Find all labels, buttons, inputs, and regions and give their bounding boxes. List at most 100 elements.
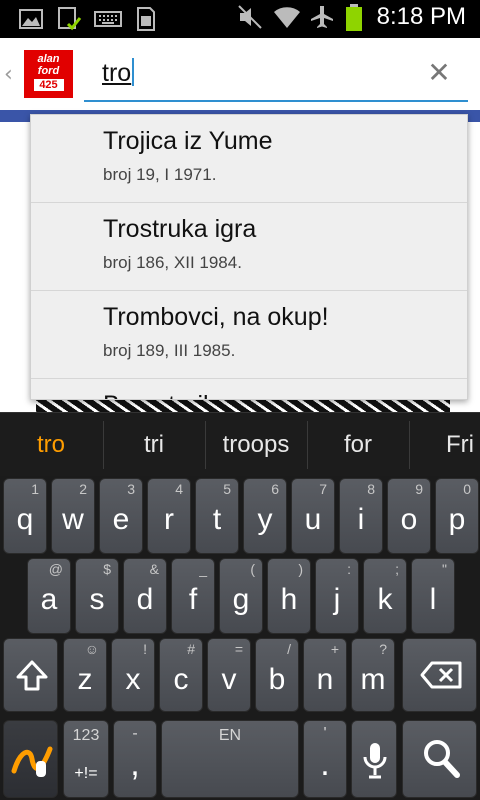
app-logo[interactable]: alan ford 425 xyxy=(24,50,73,98)
key-hint: " xyxy=(442,561,447,577)
key-s[interactable]: $ s xyxy=(75,558,119,634)
autocomplete-item[interactable]: Barostraike xyxy=(31,379,467,399)
logo-line-1: alan xyxy=(37,53,60,65)
key-i[interactable]: 8i xyxy=(339,478,383,554)
key-k[interactable]: ; k xyxy=(363,558,407,634)
key-h[interactable]: ) h xyxy=(267,558,311,634)
comma-key-label: , xyxy=(130,745,140,783)
key-hint: : xyxy=(347,561,351,577)
key-hint: ; xyxy=(395,561,399,577)
key-label: x xyxy=(125,663,141,696)
key-hint: 4 xyxy=(175,481,183,497)
search-key[interactable] xyxy=(402,720,477,798)
key-x[interactable]: ! x xyxy=(111,638,155,712)
keyboard-icon xyxy=(94,6,122,32)
key-p[interactable]: 0p xyxy=(435,478,479,554)
key-hint: 8 xyxy=(367,481,375,497)
key-label: c xyxy=(173,663,189,696)
key-hint: 7 xyxy=(319,481,327,497)
key-e[interactable]: 3e xyxy=(99,478,143,554)
search-field[interactable]: tro xyxy=(84,52,468,102)
key-label: o xyxy=(400,503,418,536)
key-hint: / xyxy=(287,641,291,657)
key-w[interactable]: 2w xyxy=(51,478,95,554)
autocomplete-item[interactable]: Trojica iz Yume broj 19, I 1971. xyxy=(31,115,467,203)
key-label: k xyxy=(377,583,393,616)
comma-key-hint: - xyxy=(132,725,138,742)
key-label: b xyxy=(268,663,286,696)
key-hint: 6 xyxy=(271,481,279,497)
key-label: n xyxy=(316,663,334,696)
text-cursor xyxy=(132,58,135,86)
suggestion-item[interactable]: Fri xyxy=(410,413,480,477)
key-f[interactable]: _ f xyxy=(171,558,215,634)
period-key[interactable]: ' . xyxy=(303,720,347,798)
key-hint: @ xyxy=(48,561,63,577)
voice-input-key[interactable] xyxy=(351,720,397,798)
autocomplete-item[interactable]: Trombovci, na okup! broj 189, III 1985. xyxy=(31,291,467,379)
space-key[interactable]: EN xyxy=(161,720,299,798)
key-m[interactable]: ? m xyxy=(351,638,395,712)
key-label: u xyxy=(304,503,322,536)
key-c[interactable]: # c xyxy=(159,638,203,712)
mute-icon xyxy=(237,4,263,30)
wifi-icon xyxy=(273,4,300,30)
key-g[interactable]: (g xyxy=(219,558,263,634)
search-icon xyxy=(424,740,460,778)
suggestion-item[interactable]: tri xyxy=(104,413,204,477)
key-y[interactable]: 6y xyxy=(243,478,287,554)
autocomplete-dropdown: Trojica iz Yume broj 19, I 1971. Trostru… xyxy=(30,114,468,400)
key-hint: 1 xyxy=(31,481,39,497)
sim-card-icon xyxy=(132,6,158,32)
delete-key[interactable] xyxy=(402,638,477,712)
key-d[interactable]: & d xyxy=(123,558,167,634)
key-j[interactable]: :j xyxy=(315,558,359,634)
suggestion-typed[interactable]: tro xyxy=(0,413,102,477)
key-label: a xyxy=(40,583,58,616)
space-key-language: EN xyxy=(218,727,242,744)
back-chevron-icon[interactable]: ‹ xyxy=(4,62,13,87)
key-hint: ! xyxy=(143,641,147,657)
suggestion-item[interactable]: troops xyxy=(206,413,306,477)
key-u[interactable]: 7u xyxy=(291,478,335,554)
autocomplete-item-subtitle: broj 19, I 1971. xyxy=(103,165,217,184)
key-t[interactable]: 5t xyxy=(195,478,239,554)
key-hint: ) xyxy=(298,561,303,577)
key-l[interactable]: " l xyxy=(411,558,455,634)
airplane-mode-icon xyxy=(309,4,335,30)
swype-key[interactable] xyxy=(3,720,58,798)
battery-icon xyxy=(345,4,363,31)
period-key-label: . xyxy=(320,745,330,783)
key-hint: 0 xyxy=(463,481,471,497)
key-q[interactable]: 1q xyxy=(3,478,47,554)
search-input-text: tro xyxy=(102,59,132,87)
key-o[interactable]: 9o xyxy=(387,478,431,554)
symbols-key-bottom: +!= xyxy=(74,765,98,782)
soft-keyboard: 1q2w3e4r5t6y7u8i9o0p @ a $ s & d _ f(g) h: j; k " l … xyxy=(0,476,480,800)
symbols-key[interactable]: 123 +!= xyxy=(63,720,109,798)
symbols-key-top: 123 xyxy=(72,727,100,744)
key-b[interactable]: / b xyxy=(255,638,299,712)
key-a[interactable]: @ a xyxy=(27,558,71,634)
key-hint: $ xyxy=(103,561,111,577)
comma-key[interactable]: - , xyxy=(113,720,157,798)
key-n[interactable]: + n xyxy=(303,638,347,712)
autocomplete-item[interactable]: Trostruka igra broj 186, XII 1984. xyxy=(31,203,467,291)
shift-icon xyxy=(16,660,48,691)
key-hint: & xyxy=(149,561,159,577)
key-v[interactable]: = v xyxy=(207,638,251,712)
autocomplete-item-title: Trostruka igra xyxy=(103,215,257,243)
suggestion-item[interactable]: for xyxy=(308,413,408,477)
clear-search-icon[interactable]: ✕ xyxy=(426,58,452,88)
search-input[interactable]: tro xyxy=(102,58,135,88)
key-r[interactable]: 4r xyxy=(147,478,191,554)
key-label: t xyxy=(212,503,222,536)
autocomplete-item-title: Trojica iz Yume xyxy=(103,127,273,155)
autocomplete-item-title: Trombovci, na okup! xyxy=(103,303,329,331)
image-icon xyxy=(18,6,44,32)
key-label: w xyxy=(62,503,84,536)
key-z[interactable]: ☺ z xyxy=(63,638,107,712)
key-label: v xyxy=(221,663,237,696)
key-hint: 9 xyxy=(415,481,423,497)
shift-key[interactable] xyxy=(3,638,58,712)
